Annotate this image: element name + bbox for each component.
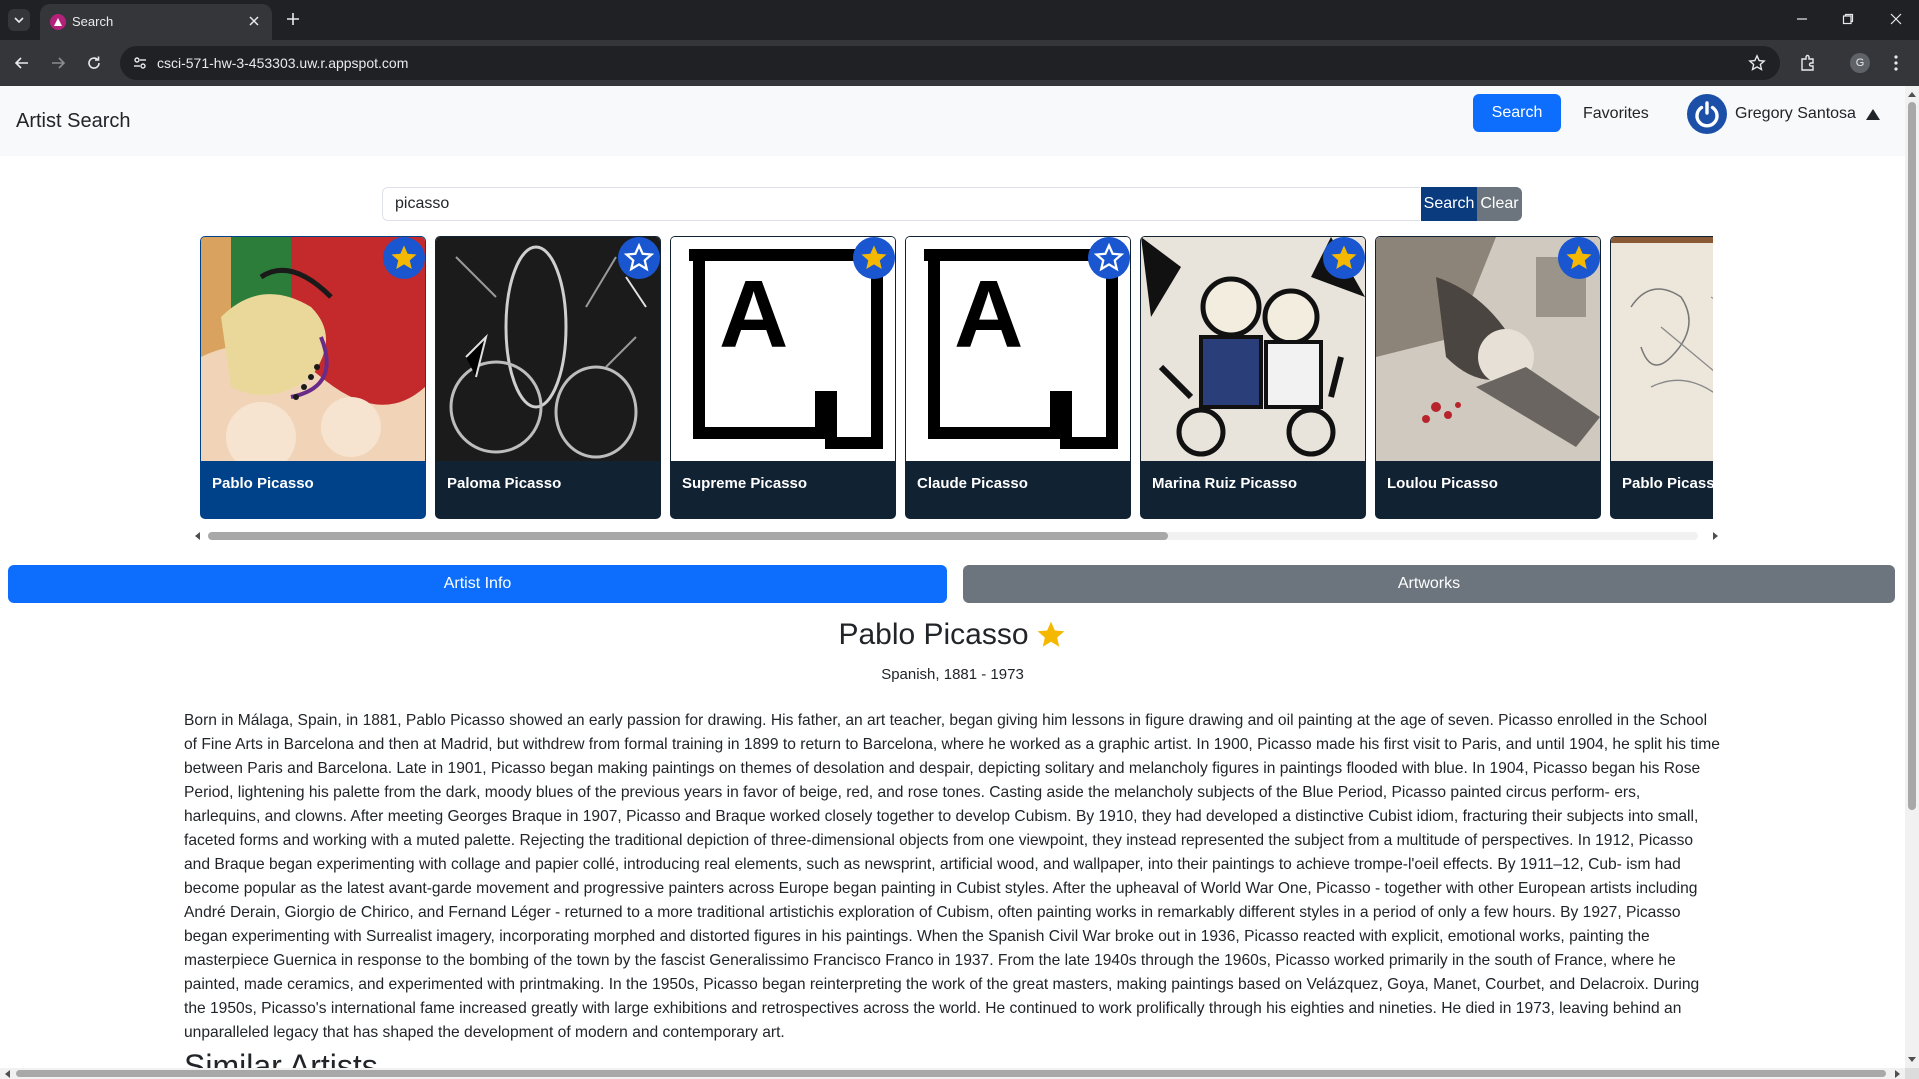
favorite-toggle-button[interactable] bbox=[1088, 237, 1130, 279]
tab-search-button[interactable] bbox=[8, 9, 30, 31]
user-name: Gregory Santosa bbox=[1735, 105, 1856, 122]
scroll-right-arrow-icon[interactable] bbox=[1713, 532, 1718, 540]
carousel-scroll-thumb[interactable] bbox=[208, 532, 1168, 540]
avatar bbox=[1687, 94, 1727, 134]
site-info-icon[interactable] bbox=[132, 55, 148, 71]
artist-card[interactable]: A Supreme Picasso bbox=[670, 236, 896, 519]
artist-card[interactable]: Loulou Picasso bbox=[1375, 236, 1601, 519]
star-filled-icon bbox=[391, 245, 417, 269]
close-window-icon[interactable] bbox=[1884, 8, 1908, 30]
forward-icon[interactable] bbox=[46, 51, 70, 75]
tab-title: Search bbox=[72, 14, 114, 29]
artist-card[interactable]: Pablo Picass bbox=[1610, 236, 1713, 519]
user-menu[interactable]: Gregory Santosa bbox=[1687, 94, 1880, 134]
power-icon bbox=[1695, 101, 1719, 128]
artist-card[interactable]: A Claude Picasso bbox=[905, 236, 1131, 519]
artist-nationality-dates: Spanish, 1881 - 1973 bbox=[881, 666, 1024, 683]
caret-up-icon bbox=[1865, 108, 1880, 120]
scroll-up-arrow-icon[interactable] bbox=[1908, 92, 1916, 97]
profile-icon[interactable]: G bbox=[1848, 51, 1872, 75]
favorite-toggle-button[interactable] bbox=[853, 237, 895, 279]
artist-card[interactable]: Paloma Picasso bbox=[435, 236, 661, 519]
scroll-right-arrow-icon[interactable] bbox=[1895, 1070, 1900, 1078]
search-submit-button[interactable]: Search bbox=[1421, 187, 1477, 221]
star-filled-icon bbox=[1331, 245, 1357, 269]
artist-heading: Pablo Picasso bbox=[0, 618, 1905, 652]
page-viewport: Artist Search Search Favorites Gregory S… bbox=[0, 86, 1905, 1068]
restore-icon[interactable] bbox=[1836, 8, 1860, 30]
results-carousel: Pablo Picasso Paloma Picasso A Supreme P… bbox=[200, 236, 1713, 536]
tab-artist-info[interactable]: Artist Info bbox=[8, 565, 947, 603]
artist-thumbnail bbox=[1611, 237, 1713, 461]
address-bar[interactable]: csci-571-hw-3-453303.uw.r.appspot.com bbox=[120, 46, 1780, 80]
artist-card-name: Pablo Picasso bbox=[212, 475, 314, 492]
browser-tab-search[interactable]: Search bbox=[40, 4, 272, 40]
profile-initial: G bbox=[1850, 53, 1870, 73]
scroll-left-arrow-icon[interactable] bbox=[5, 1070, 10, 1078]
page-scroll-thumb[interactable] bbox=[1908, 102, 1916, 810]
star-filled-icon bbox=[861, 245, 887, 269]
close-tab-icon[interactable] bbox=[246, 13, 262, 29]
back-icon[interactable] bbox=[10, 51, 34, 75]
app-navbar: Artist Search Search Favorites Gregory S… bbox=[0, 86, 1905, 156]
page-vertical-scrollbar[interactable] bbox=[1905, 86, 1919, 1068]
artist-card-name: Marina Ruiz Picasso bbox=[1152, 475, 1298, 492]
artist-card-name: Supreme Picasso bbox=[682, 475, 808, 492]
artist-biography: Born in Málaga, Spain, in 1881, Pablo Pi… bbox=[184, 712, 1720, 1041]
artist-name: Pablo Picasso bbox=[838, 618, 1029, 651]
favorite-toggle-button[interactable] bbox=[1558, 237, 1600, 279]
browser-tabstrip: Search bbox=[0, 0, 1919, 40]
svg-text:A: A bbox=[719, 261, 788, 368]
brand-title[interactable]: Artist Search bbox=[16, 110, 130, 133]
clear-button[interactable]: Clear bbox=[1477, 187, 1522, 221]
artist-card[interactable]: Marina Ruiz Picasso bbox=[1140, 236, 1366, 519]
url-text: csci-571-hw-3-453303.uw.r.appspot.com bbox=[157, 55, 409, 71]
artist-card-name: Paloma Picasso bbox=[447, 475, 562, 492]
svg-text:A: A bbox=[954, 261, 1023, 368]
star-filled-icon[interactable] bbox=[1035, 619, 1067, 651]
artist-card-name: Pablo Picass bbox=[1622, 475, 1713, 492]
tab-artworks[interactable]: Artworks bbox=[963, 565, 1895, 603]
nav-search-button[interactable]: Search bbox=[1473, 94, 1561, 132]
page-hscroll-thumb[interactable] bbox=[16, 1070, 1886, 1077]
favorite-toggle-button[interactable] bbox=[1323, 237, 1365, 279]
extensions-icon[interactable] bbox=[1796, 51, 1820, 75]
favorite-toggle-button[interactable] bbox=[618, 237, 660, 279]
scrollbar-corner bbox=[1905, 1068, 1919, 1079]
favorite-toggle-button[interactable] bbox=[383, 237, 425, 279]
menu-kebab-icon[interactable] bbox=[1884, 51, 1908, 75]
search-query-text: picasso bbox=[395, 195, 450, 212]
star-outline-icon bbox=[1094, 243, 1124, 272]
similar-artists-heading: Similar Artists bbox=[184, 1048, 378, 1068]
scroll-down-arrow-icon[interactable] bbox=[1908, 1057, 1916, 1062]
artist-search-input[interactable]: picasso bbox=[382, 187, 1420, 221]
page-horizontal-scrollbar[interactable] bbox=[0, 1068, 1905, 1079]
browser-toolbar: csci-571-hw-3-453303.uw.r.appspot.com G bbox=[0, 40, 1919, 86]
minimize-icon[interactable] bbox=[1790, 8, 1814, 30]
nav-favorites-link[interactable]: Favorites bbox=[1583, 105, 1649, 123]
carousel-scrollbar[interactable] bbox=[195, 530, 1718, 542]
new-tab-icon[interactable] bbox=[282, 8, 304, 30]
artist-card-name: Claude Picasso bbox=[917, 475, 1028, 492]
reload-icon[interactable] bbox=[82, 51, 106, 75]
chevron-down-icon bbox=[14, 17, 24, 24]
star-filled-icon bbox=[1566, 245, 1592, 269]
bookmark-star-icon[interactable] bbox=[1748, 54, 1766, 72]
artist-card[interactable]: Pablo Picasso bbox=[200, 236, 426, 519]
app-favicon-icon bbox=[50, 14, 66, 30]
scroll-left-arrow-icon[interactable] bbox=[195, 532, 200, 540]
artist-card-name: Loulou Picasso bbox=[1387, 475, 1498, 492]
star-outline-icon bbox=[624, 243, 654, 272]
